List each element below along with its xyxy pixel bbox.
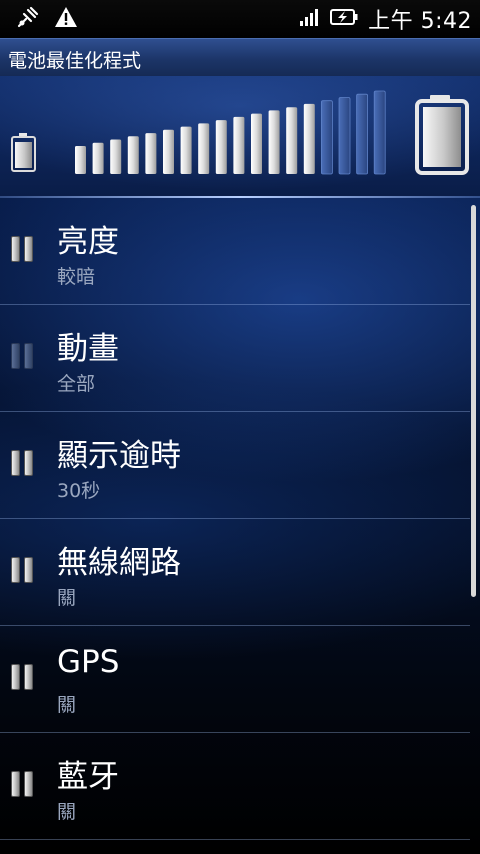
screen: 上午 5:42 電池最佳化程式 亮度 較暗 動畫 全部 顯示逾時 30秒 無線網… bbox=[0, 0, 480, 854]
setting-value: 較暗 bbox=[57, 266, 96, 288]
setting-title: 亮度 bbox=[57, 224, 119, 260]
warning-icon bbox=[54, 6, 78, 32]
setting-title: 顯示逾時 bbox=[57, 438, 181, 474]
setting-title: 動畫 bbox=[57, 331, 119, 367]
battery-bar-filled bbox=[303, 103, 315, 174]
battery-bar-filled bbox=[268, 110, 280, 174]
battery-bar-filled bbox=[127, 136, 139, 174]
setting-row-brightness[interactable]: 亮度 較暗 bbox=[0, 198, 470, 305]
setting-row-gps[interactable]: GPS 關 bbox=[0, 626, 470, 733]
battery-bar-filled bbox=[110, 139, 122, 174]
app-title-bar: 電池最佳化程式 bbox=[0, 38, 480, 77]
signal-icon bbox=[300, 8, 320, 30]
clock: 上午 5:42 bbox=[368, 9, 472, 34]
battery-bar-filled bbox=[145, 133, 157, 174]
setting-title: 無線網路 bbox=[57, 545, 181, 581]
setting-row-animation[interactable]: 動畫 全部 bbox=[0, 305, 470, 412]
setting-value: 關 bbox=[57, 587, 77, 609]
scrollbar[interactable] bbox=[471, 205, 476, 597]
setting-value: 關 bbox=[57, 801, 77, 823]
setting-value: 全部 bbox=[57, 373, 96, 395]
setting-title: 藍牙 bbox=[57, 759, 119, 795]
toggle-handle-icon[interactable] bbox=[11, 557, 35, 583]
status-bar: 上午 5:42 bbox=[0, 0, 480, 38]
battery-bar-filled bbox=[180, 126, 192, 174]
battery-bar-filled bbox=[163, 129, 174, 174]
battery-bar-filled bbox=[92, 142, 104, 174]
battery-bar-empty bbox=[320, 100, 333, 175]
usb-debug-icon bbox=[16, 5, 40, 33]
battery-bar-filled bbox=[75, 146, 86, 174]
battery-charging-icon bbox=[330, 8, 358, 30]
battery-bar-filled bbox=[251, 113, 262, 174]
toggle-handle-icon[interactable] bbox=[11, 450, 35, 476]
battery-bar-filled bbox=[286, 107, 298, 174]
battery-bar-empty bbox=[356, 93, 369, 175]
app-title: 電池最佳化程式 bbox=[8, 50, 142, 72]
toggle-handle-icon[interactable] bbox=[11, 664, 35, 690]
battery-bar-empty bbox=[338, 97, 351, 175]
toggle-handle-icon[interactable] bbox=[11, 771, 35, 797]
setting-row-wifi[interactable]: 無線網路 關 bbox=[0, 519, 470, 626]
setting-row-display-timeout[interactable]: 顯示逾時 30秒 bbox=[0, 412, 470, 519]
setting-row-bluetooth[interactable]: 藍牙 關 bbox=[0, 733, 470, 840]
battery-level-graph bbox=[11, 90, 469, 175]
large-battery-icon bbox=[415, 95, 469, 175]
battery-bar-filled bbox=[215, 120, 227, 174]
small-battery-icon bbox=[11, 133, 36, 172]
toggle-handle-icon[interactable] bbox=[11, 236, 35, 262]
battery-bar-empty bbox=[373, 90, 386, 175]
setting-value: 關 bbox=[57, 694, 77, 716]
setting-value: 30秒 bbox=[57, 480, 101, 502]
battery-bar-filled bbox=[233, 116, 245, 174]
battery-bar-filled bbox=[198, 123, 210, 174]
setting-title: GPS bbox=[57, 644, 120, 680]
toggle-handle-icon[interactable] bbox=[11, 343, 35, 369]
settings-list: 亮度 較暗 動畫 全部 顯示逾時 30秒 無線網路 關 GPS 關 藍牙 關 bbox=[0, 198, 470, 840]
